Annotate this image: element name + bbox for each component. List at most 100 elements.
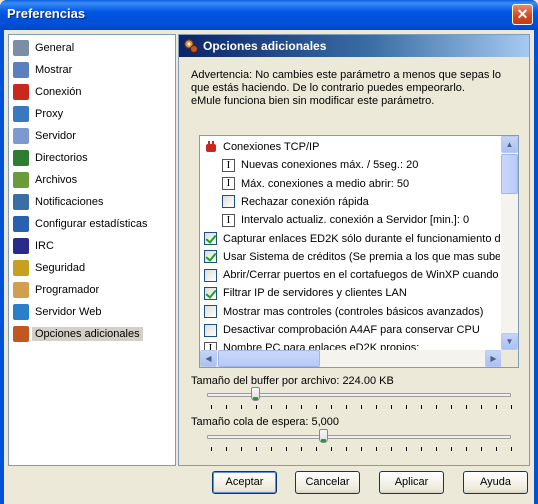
help-button[interactable]: Ayuda (463, 471, 528, 494)
queue-size-slider[interactable] (319, 429, 329, 443)
sidebar-item[interactable]: Configurar estadísticas (13, 214, 148, 234)
checkbox-unchecked[interactable] (204, 268, 217, 282)
slider-tick (466, 447, 467, 451)
slider-tick (376, 405, 377, 409)
slider-tick (361, 405, 362, 409)
notifications-icon (13, 194, 29, 210)
window-title: Preferencias (7, 6, 86, 21)
slider-tick (436, 405, 437, 409)
option-label: Máx. conexiones a medio abrir: 50 (241, 177, 410, 190)
sidebar-item[interactable]: Seguridad (13, 258, 85, 278)
checkbox-checked[interactable] (204, 250, 217, 264)
slider-tick (481, 447, 482, 451)
option-label: Rechazar conexión rápida (241, 195, 369, 208)
apply-button[interactable]: Aplicar (379, 471, 444, 494)
sidebar-item-label: Programador (35, 284, 100, 296)
checkbox-unchecked[interactable] (204, 323, 217, 337)
settings-icon (13, 40, 29, 56)
sidebar-item[interactable]: Conexión (13, 82, 81, 102)
slider-tick (346, 405, 347, 409)
irc-icon (13, 238, 29, 254)
connection-icon (13, 84, 29, 100)
files-icon (13, 172, 29, 188)
sidebar-item[interactable]: Proxy (13, 104, 63, 124)
text-cursor-icon: I (222, 177, 235, 191)
option-label: Nuevas conexiones máx. / 5seg.: 20 (241, 159, 419, 172)
sidebar-item[interactable]: Notificaciones (13, 192, 103, 212)
sidebar-item[interactable]: IRC (13, 236, 54, 256)
checkbox-checked[interactable] (204, 286, 217, 300)
option-row[interactable]: Desactivar comprobación A4AF para conser… (204, 321, 500, 339)
slider-tick (376, 447, 377, 451)
statistics-icon (13, 216, 29, 232)
option-row[interactable]: Rechazar conexión rápida (222, 193, 500, 211)
sidebar-item[interactable]: Programador (13, 280, 99, 300)
warning-line: Advertencia: No cambies este parámetro a… (191, 69, 501, 81)
sidebar-item[interactable]: General (13, 38, 74, 58)
option-label: Capturar enlaces ED2K sólo durante el fu… (223, 232, 500, 245)
panel-title: Opciones adicionales (203, 39, 327, 53)
slider-tick (421, 405, 422, 409)
sidebar-item-label: Servidor Web (35, 306, 102, 318)
checkbox-checked[interactable] (204, 232, 217, 245)
horizontal-scroll-thumb[interactable] (218, 350, 320, 367)
queue-size-ticks (211, 447, 512, 451)
option-label: Filtrar IP de servidores y clientes LAN (223, 287, 407, 300)
option-row[interactable]: Capturar enlaces ED2K sólo durante el fu… (204, 230, 500, 248)
slider-tick (226, 405, 227, 409)
vertical-scrollbar[interactable]: ▲ ▼ (501, 136, 518, 350)
sidebar-item[interactable]: Mostrar (13, 60, 72, 80)
vertical-scroll-thumb[interactable] (501, 154, 518, 194)
sidebar-item[interactable]: Opciones adicionales (13, 324, 143, 344)
proxy-icon (13, 106, 29, 122)
sidebar-item[interactable]: Servidor Web (13, 302, 101, 322)
close-button[interactable]: ✕ (512, 4, 533, 25)
slider-tick (511, 405, 512, 409)
sidebar-item[interactable]: Archivos (13, 170, 77, 190)
web-server-icon (13, 304, 29, 320)
title-bar[interactable]: Preferencias ✕ (0, 0, 538, 30)
slider-tick (301, 447, 302, 451)
sidebar-item-label: Directorios (35, 152, 88, 164)
option-row[interactable]: I Máx. conexiones a medio abrir: 50 (222, 175, 500, 193)
text-cursor-icon: I (222, 213, 235, 227)
scroll-up-button[interactable]: ▲ (501, 136, 518, 153)
checkbox-unchecked[interactable] (204, 305, 217, 319)
scroll-corner (501, 350, 518, 367)
cancel-button[interactable]: Cancelar (295, 471, 360, 494)
category-list[interactable]: General Mostrar Conexión Proxy Servidor Direc… (8, 34, 176, 466)
sidebar-item-label: Archivos (35, 174, 78, 186)
sidebar-item[interactable]: Directorios (13, 148, 88, 168)
sidebar-item-label: Configurar estadísticas (35, 218, 148, 230)
checkbox-unchecked[interactable] (222, 195, 235, 209)
option-row[interactable]: I Intervalo actualiz. conexión a Servidor… (222, 211, 500, 229)
option-label: Abrir/Cerrar puertos en el cortafuegos d… (223, 269, 500, 282)
option-row[interactable]: Abrir/Cerrar puertos en el cortafuegos d… (204, 266, 500, 284)
slider-tick (226, 447, 227, 451)
queue-size-track[interactable] (207, 435, 511, 439)
slider-tick (421, 447, 422, 451)
warning-line: eMule funciona bien sin modificar este p… (191, 95, 435, 107)
accept-button[interactable]: Aceptar (212, 471, 277, 494)
option-row[interactable]: Usar Sistema de créditos (Se premia a lo… (204, 248, 500, 266)
scroll-down-button[interactable]: ▼ (501, 333, 518, 350)
buffer-size-slider[interactable] (251, 387, 261, 401)
sidebar-item[interactable]: Servidor (13, 126, 76, 146)
slider-tick (331, 447, 332, 451)
option-label: Intervalo actualiz. conexión a Servidor … (241, 214, 470, 227)
option-row[interactable]: Mostrar mas controles (controles básicos… (204, 303, 500, 321)
option-row[interactable]: Conexiones TCP/IP (204, 138, 500, 156)
scheduler-icon (13, 282, 29, 298)
slider-tick (406, 447, 407, 451)
advanced-options-icon (184, 39, 198, 53)
option-row[interactable]: Filtrar IP de servidores y clientes LAN (204, 284, 500, 302)
horizontal-scrollbar[interactable]: ◀ ▶ (200, 350, 502, 367)
scroll-right-button[interactable]: ▶ (485, 350, 502, 367)
slider-tick (391, 405, 392, 409)
sidebar-item-label: Conexión (35, 86, 82, 98)
slider-tick (211, 405, 212, 409)
advanced-options-list[interactable]: I Nombre PC para enlaces eD2K propios: Des… (199, 135, 519, 368)
option-row[interactable]: I Nuevas conexiones máx. / 5seg.: 20 (222, 156, 500, 174)
scroll-left-button[interactable]: ◀ (200, 350, 217, 367)
sidebar-item-label: Opciones adicionales (32, 327, 143, 341)
